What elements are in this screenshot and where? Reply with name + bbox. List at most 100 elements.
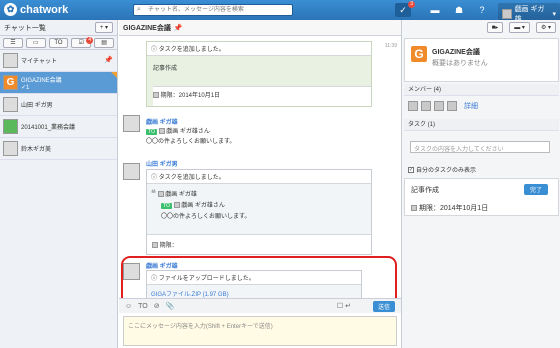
to-name: 戯画 ギガ雄さん xyxy=(166,129,210,135)
folder-button[interactable]: ▬ ▾ xyxy=(509,22,530,33)
task-due-row: 期限： xyxy=(147,234,371,254)
folder-button[interactable]: ▬ xyxy=(428,3,442,17)
video-call-button[interactable]: ■▸ xyxy=(486,22,504,33)
quote-block: ❝ 戯画 ギガ雄 xyxy=(151,188,197,199)
task-due: 期限：2014年10月1日 xyxy=(160,93,221,99)
gear-icon: ⚙ ▾ xyxy=(540,25,551,31)
chat-icon: ▭ xyxy=(32,39,39,46)
enter-send-checkbox[interactable]: ☐ ↵ xyxy=(337,302,351,310)
task-title: 記事作成 xyxy=(153,66,178,72)
task-button[interactable]: ✓ 3 xyxy=(395,1,415,17)
to-tag: TO xyxy=(161,203,172,209)
task-due-row: 期限：2014年10月1日 xyxy=(411,203,488,213)
help-icon: ? xyxy=(479,5,485,15)
task-due: 期限： xyxy=(159,243,178,249)
compose-toolbar: ☺ TO ⊘ 📎 ☐ ↵ 送信 xyxy=(119,298,401,313)
system-text: タスクを追加しました。 xyxy=(158,47,225,53)
info-icon: ⓘ xyxy=(151,175,158,181)
member-detail-link[interactable]: 詳細 xyxy=(464,101,478,111)
room-summary: G GIGAZINE会議 概要はありません xyxy=(404,38,559,82)
sidebar-item-mychat[interactable]: マイチャット 📌 xyxy=(0,50,117,72)
task-due: 期限：2014年10月1日 xyxy=(418,205,489,212)
done-button[interactable]: 完了 xyxy=(523,184,548,195)
room-text: GIGAZINE会議 ✓1 xyxy=(21,75,62,91)
settings-button[interactable]: ⚙ ▾ xyxy=(535,22,556,33)
avatar xyxy=(158,128,165,135)
to-icon: TO xyxy=(54,39,63,46)
chat-filters: ☰ ▭ TO ☑ 4 ▤ xyxy=(0,36,117,50)
task-due-row: 期限：2014年10月1日 xyxy=(153,86,371,106)
members-header: メンバー (4) xyxy=(404,84,559,96)
sender-name[interactable]: 山田 ギガ男 xyxy=(146,159,178,168)
own-task-label: 自分のタスクのみ表示 xyxy=(416,168,477,174)
filter-file-button[interactable]: ▤ xyxy=(94,37,114,48)
gigazine-logo-icon: G xyxy=(3,75,18,90)
avatar xyxy=(153,92,159,99)
help-button[interactable]: ? xyxy=(475,3,489,17)
avatar[interactable] xyxy=(123,163,140,180)
message-time: 11:39 xyxy=(384,43,397,49)
room-avatar xyxy=(3,53,18,68)
panel-header: ⓘ タスクを追加しました。 xyxy=(147,170,371,184)
folder-icon: ▬ ▾ xyxy=(514,25,525,31)
chat-list-sidebar: チャット一覧 + ▾ ☰ ▭ TO ☑ 4 ▤ マイチャット 📌 G GIGAZI… xyxy=(0,20,118,348)
task-input[interactable]: タスクの内容を入力してください xyxy=(410,141,550,153)
own-task-toggle[interactable]: ✓ 自分のタスクのみ表示 xyxy=(408,165,476,174)
avatar[interactable] xyxy=(123,115,140,132)
checkbox[interactable]: ✓ xyxy=(408,166,414,173)
add-chat-button[interactable]: + ▾ xyxy=(94,22,113,33)
chat-list-title: チャット一覧 xyxy=(4,24,46,32)
to-icon[interactable]: TO xyxy=(138,303,148,310)
room-info-panel: ■▸ ▬ ▾ ⚙ ▾ G GIGAZINE会議 概要はありません メンバー (4… xyxy=(401,20,560,348)
emoji-icon[interactable]: ☺ xyxy=(125,303,132,310)
avatar[interactable] xyxy=(447,101,457,111)
pin-icon[interactable]: 📌 xyxy=(104,56,113,64)
pin-icon[interactable]: 📌 xyxy=(174,24,183,32)
app-logo[interactable]: ✿ chatwork xyxy=(4,3,68,16)
attach-icon[interactable]: 📎 xyxy=(166,302,175,310)
message-body: 〇〇の件よろしくお願いします。 xyxy=(146,139,236,145)
message-input[interactable]: ここにメッセージ内容を入力(Shift + Enterキーで送信) xyxy=(123,316,397,346)
folder-icon: ▬ xyxy=(430,5,440,15)
filter-badge: 4 xyxy=(86,36,94,44)
sender-name[interactable]: 戯画 ギガ雄 xyxy=(146,117,178,126)
search-box: ⌕ xyxy=(133,4,293,16)
unread-marker xyxy=(111,72,117,78)
room-name: マイチャット xyxy=(21,59,57,65)
sidebar-item-gigazine[interactable]: G GIGAZINE会議 ✓1 xyxy=(0,72,117,94)
video-icon: ■▸ xyxy=(491,25,499,31)
app-name: chatwork xyxy=(20,3,69,16)
filter-task-button[interactable]: ☑ 4 xyxy=(71,36,94,48)
avatar[interactable] xyxy=(408,101,418,111)
file-icon: ▤ xyxy=(101,39,107,46)
room-name: GIGAZINE会議 xyxy=(432,49,480,56)
avatar xyxy=(157,191,164,198)
quote-icon: ❝ xyxy=(151,188,156,198)
filter-to-button[interactable]: TO xyxy=(48,37,69,48)
avatar xyxy=(173,202,180,209)
room-avatar xyxy=(3,97,18,112)
filter-all-button[interactable]: ☰ xyxy=(3,37,23,48)
room-name: 20141001_業務会議 xyxy=(21,125,76,131)
search-input[interactable] xyxy=(134,5,274,15)
sidebar-item-meeting[interactable]: 20141001_業務会議 xyxy=(0,116,117,138)
room-name: 鈴木ギガ美 xyxy=(21,147,52,153)
avatar[interactable] xyxy=(434,101,444,111)
sidebar-item-yamada[interactable]: 山田 ギガ男 xyxy=(0,94,117,116)
search-icon: ⌕ xyxy=(137,6,141,13)
room-header: GIGAZINE会議 📌 xyxy=(119,20,401,36)
avatar[interactable] xyxy=(421,101,431,111)
info-icon: ⓘ xyxy=(151,47,158,53)
room-name: GIGAZINE会議 xyxy=(21,77,62,84)
contacts-button[interactable]: ☗ xyxy=(452,3,466,17)
quote-icon[interactable]: ⊘ xyxy=(154,302,160,310)
task-title: 記事作成 xyxy=(411,187,439,194)
send-button[interactable]: 送信 xyxy=(372,301,395,312)
room-name: 山田 ギガ男 xyxy=(21,103,53,109)
chatwork-logo-icon: ✿ xyxy=(4,3,17,16)
filter-unread-button[interactable]: ▭ xyxy=(25,37,46,48)
gigazine-logo-icon: G xyxy=(411,46,427,62)
avatar xyxy=(152,242,158,249)
room-actions: ■▸ ▬ ▾ ⚙ ▾ xyxy=(486,22,556,33)
sidebar-item-suzuki[interactable]: 鈴木ギガ美 xyxy=(0,138,117,160)
